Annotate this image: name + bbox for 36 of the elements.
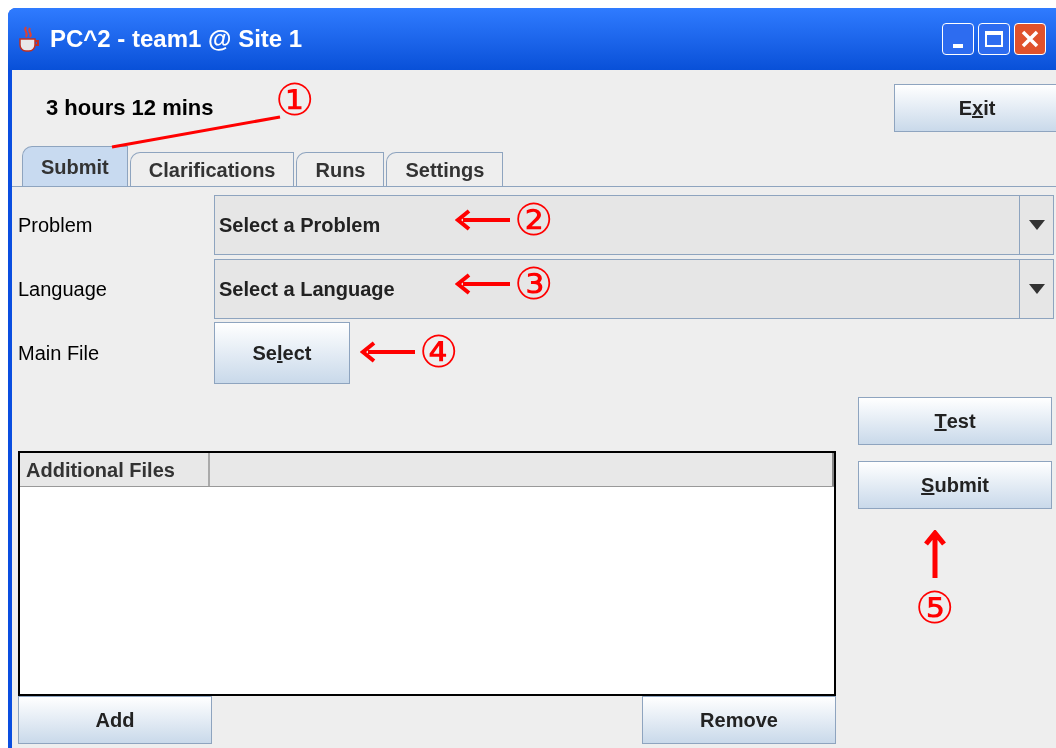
remove-button[interactable]: Remove xyxy=(642,696,836,744)
close-icon xyxy=(1021,30,1039,48)
left-arrow-icon xyxy=(455,209,510,231)
left-arrow-icon xyxy=(455,273,510,295)
exit-button[interactable]: Exit xyxy=(894,83,1056,132)
column-header: Additional Files xyxy=(20,453,210,486)
minimize-icon xyxy=(953,44,963,48)
maximize-button[interactable] xyxy=(978,23,1010,55)
add-button[interactable]: Add xyxy=(18,696,212,744)
minimize-button[interactable] xyxy=(942,23,974,55)
left-arrow-icon xyxy=(360,341,415,363)
tab[interactable]: Runs xyxy=(296,152,385,186)
annotation-number: ① xyxy=(275,74,314,125)
tab[interactable]: Submit xyxy=(22,146,128,186)
dropdown-caret-icon xyxy=(1028,220,1045,230)
annotation-number: ② xyxy=(514,198,553,242)
submit-button[interactable]: Submit xyxy=(858,461,1052,509)
annotation-number: ③ xyxy=(514,262,553,306)
select-file-button[interactable]: Select xyxy=(214,322,350,384)
tab[interactable]: Settings xyxy=(386,152,504,186)
up-arrow-icon xyxy=(922,530,947,578)
tab[interactable]: Clarifications xyxy=(129,152,295,186)
dropdown-caret-icon xyxy=(1028,284,1045,294)
close-button[interactable] xyxy=(1014,23,1046,55)
annotation-number: ⑤ xyxy=(915,586,954,630)
annotation-number: ④ xyxy=(419,330,458,374)
field-label: Main File xyxy=(18,341,101,366)
dropdown-value: Select a Problem xyxy=(218,213,381,238)
field-label: Problem xyxy=(18,213,94,238)
field-label: Language xyxy=(18,277,108,302)
window-title: PC^2 - team1 @ Site 1 xyxy=(50,24,303,54)
coffee-cup-icon xyxy=(16,25,42,53)
time-remaining: 3 hours 12 mins xyxy=(46,94,214,122)
dropdown-value: Select a Language xyxy=(218,277,395,302)
maximize-icon xyxy=(985,31,1003,47)
test-button[interactable]: Test xyxy=(858,397,1052,445)
